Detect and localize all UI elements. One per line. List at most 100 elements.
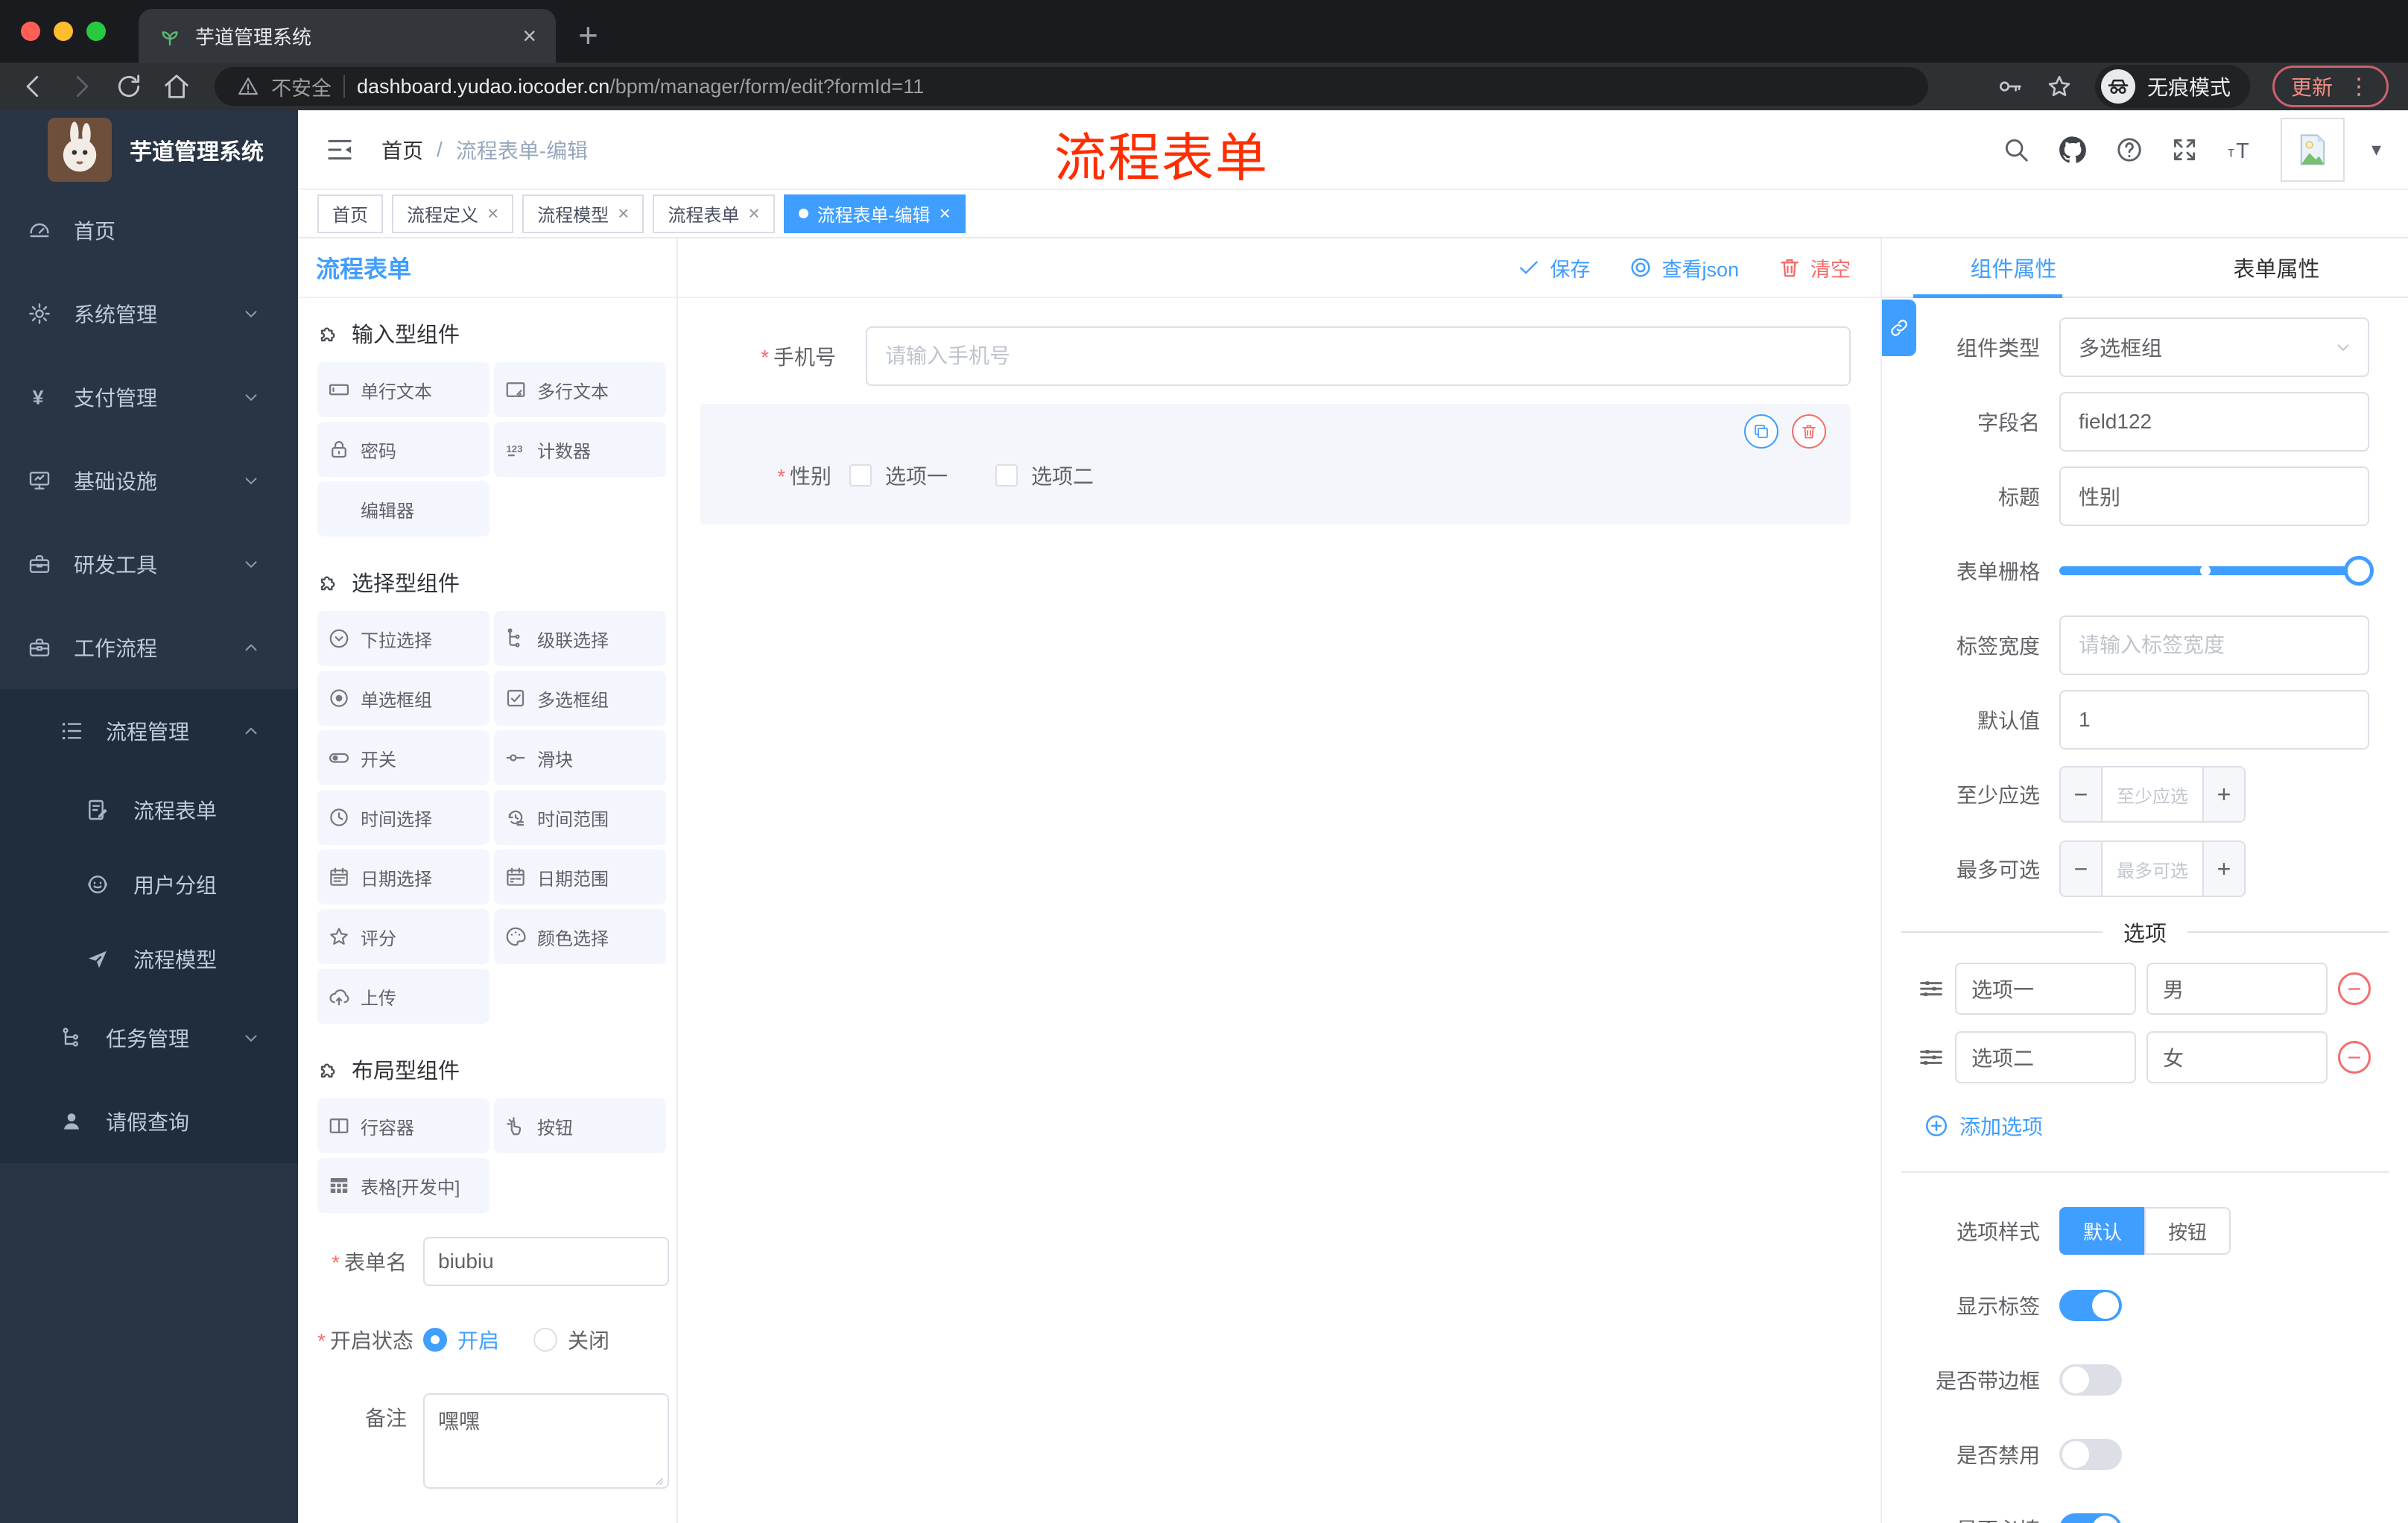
browser-tab[interactable]: 芋道管理系统 × bbox=[139, 9, 556, 63]
default-value-input[interactable] bbox=[2059, 690, 2369, 750]
component-item-switch[interactable]: 开关 bbox=[317, 730, 489, 785]
address-bar[interactable]: 不安全 dashboard.yudao.iocoder.cn/bpm/manag… bbox=[215, 67, 1928, 106]
component-type-select[interactable]: 多选框组 bbox=[2059, 317, 2369, 377]
tab-component-props[interactable]: 组件属性 bbox=[1882, 238, 2145, 297]
increment-button[interactable]: + bbox=[2202, 767, 2244, 821]
close-tab-button[interactable]: × bbox=[522, 22, 536, 50]
component-item-checkbox-group[interactable]: 多选框组 bbox=[494, 671, 666, 726]
option-2-value-input[interactable] bbox=[2146, 1031, 2328, 1083]
component-item-table[interactable]: 表格[开发中] bbox=[317, 1158, 489, 1213]
menu-fold-icon[interactable] bbox=[325, 135, 355, 165]
option-1-name-input[interactable] bbox=[1955, 963, 2136, 1015]
title-input[interactable] bbox=[2059, 466, 2369, 526]
avatar-caret-icon[interactable]: ▾ bbox=[2371, 138, 2381, 161]
key-icon[interactable] bbox=[1997, 73, 2024, 100]
component-item-password[interactable]: 密码 bbox=[317, 422, 489, 477]
component-item-select[interactable]: 下拉选择 bbox=[317, 611, 489, 666]
remove-option-button[interactable]: − bbox=[2338, 1041, 2371, 1074]
field-name-input[interactable] bbox=[2059, 392, 2369, 452]
component-item-upload[interactable]: 上传 bbox=[317, 969, 489, 1024]
star-icon[interactable] bbox=[2046, 73, 2073, 100]
close-icon[interactable]: × bbox=[940, 202, 951, 225]
component-item-cascader[interactable]: 级联选择 bbox=[494, 611, 666, 666]
fontsize-icon[interactable]: тT bbox=[2225, 136, 2254, 164]
sidebar-item-workflow[interactable]: 工作流程 bbox=[0, 606, 298, 689]
grid-slider[interactable] bbox=[2059, 556, 2374, 586]
close-icon[interactable]: × bbox=[748, 202, 759, 225]
close-window-button[interactable] bbox=[21, 22, 40, 41]
sidebar-item-infra[interactable]: 基础设施 bbox=[0, 439, 298, 522]
browser-menu-icon[interactable]: ⋮ bbox=[2348, 74, 2370, 100]
selected-component-gender[interactable]: * 性别 选项一 选项二 bbox=[700, 404, 1851, 525]
component-item-radio-group[interactable]: 单选框组 bbox=[317, 671, 489, 726]
show-label-toggle[interactable] bbox=[2059, 1290, 2122, 1321]
phone-field-row[interactable]: * 手机号 bbox=[708, 326, 1851, 386]
component-item-color[interactable]: 颜色选择 bbox=[494, 909, 666, 964]
resize-icon[interactable] bbox=[651, 1473, 665, 1486]
component-item-single-text[interactable]: 单行文本 bbox=[317, 362, 489, 417]
close-icon[interactable]: × bbox=[487, 202, 498, 225]
sidebar-item-task-mgmt[interactable]: 任务管理 bbox=[0, 996, 298, 1080]
reload-icon[interactable] bbox=[115, 72, 143, 101]
remove-option-button[interactable]: − bbox=[2338, 972, 2371, 1005]
fullscreen-icon[interactable] bbox=[2170, 136, 2199, 164]
question-icon[interactable] bbox=[2115, 136, 2144, 164]
add-option-button[interactable]: 添加选项 bbox=[1882, 1100, 2408, 1152]
sliders-icon[interactable] bbox=[1918, 1044, 1945, 1071]
tag-process-form[interactable]: 流程表单 × bbox=[653, 194, 775, 233]
component-item-time[interactable]: 时间选择 bbox=[317, 790, 489, 845]
sliders-icon[interactable] bbox=[1918, 975, 1945, 1002]
increment-button[interactable]: + bbox=[2202, 842, 2244, 896]
sidebar-item-process-mgmt[interactable]: 流程管理 bbox=[0, 689, 298, 773]
tag-home[interactable]: 首页 bbox=[317, 194, 383, 233]
avatar[interactable] bbox=[2280, 117, 2345, 182]
min-select-placeholder[interactable]: 至少应选 bbox=[2103, 767, 2202, 821]
form-name-input[interactable] bbox=[423, 1237, 669, 1286]
sidebar-item-leave-query[interactable]: 请假查询 bbox=[0, 1080, 298, 1163]
tag-process-definition[interactable]: 流程定义 × bbox=[392, 194, 514, 233]
sidebar-item-system[interactable]: 系统管理 bbox=[0, 272, 298, 355]
decrement-button[interactable]: − bbox=[2061, 842, 2103, 896]
style-default-button[interactable]: 默认 bbox=[2059, 1207, 2145, 1255]
tab-form-props[interactable]: 表单属性 bbox=[2145, 238, 2408, 297]
phone-input[interactable] bbox=[866, 326, 1851, 386]
zoom-window-button[interactable] bbox=[86, 22, 106, 41]
github-icon[interactable] bbox=[2057, 134, 2088, 165]
sidebar-item-payment[interactable]: ¥ 支付管理 bbox=[0, 355, 298, 439]
tag-process-form-edit[interactable]: 流程表单-编辑 × bbox=[783, 194, 966, 233]
max-select-placeholder[interactable]: 最多可选 bbox=[2103, 842, 2202, 896]
new-tab-button[interactable]: + bbox=[578, 15, 598, 55]
component-item-date[interactable]: 日期选择 bbox=[317, 849, 489, 905]
save-button[interactable]: 保存 bbox=[1517, 253, 1590, 282]
copy-component-button[interactable] bbox=[1744, 414, 1778, 449]
checkbox-option-1[interactable]: 选项一 bbox=[849, 460, 948, 490]
tag-process-model[interactable]: 流程模型 × bbox=[522, 194, 644, 233]
component-item-button[interactable]: 按钮 bbox=[494, 1098, 666, 1153]
form-remark-textarea[interactable]: 嘿嘿 bbox=[423, 1393, 669, 1489]
clear-button[interactable]: 清空 bbox=[1778, 253, 1851, 282]
link-chip[interactable] bbox=[1882, 300, 1916, 356]
component-item-time-range[interactable]: 时间范围 bbox=[494, 790, 666, 845]
disabled-toggle[interactable] bbox=[2059, 1439, 2122, 1470]
component-item-date-range[interactable]: 日期范围 bbox=[494, 849, 666, 905]
sidebar-item-devtools[interactable]: 研发工具 bbox=[0, 522, 298, 606]
close-icon[interactable]: × bbox=[618, 202, 629, 225]
component-item-editor[interactable]: 编辑器 bbox=[317, 481, 489, 536]
breadcrumb-home[interactable]: 首页 bbox=[381, 135, 423, 165]
forward-icon[interactable] bbox=[67, 72, 95, 101]
option-1-value-input[interactable] bbox=[2146, 963, 2328, 1015]
component-item-slider[interactable]: 滑块 bbox=[494, 730, 666, 785]
sidebar-item-user-group[interactable]: 用户分组 bbox=[0, 847, 298, 922]
sidebar-item-home[interactable]: 首页 bbox=[0, 189, 298, 272]
component-item-multi-text[interactable]: 多行文本 bbox=[494, 362, 666, 417]
style-button-button[interactable]: 按钮 bbox=[2144, 1207, 2231, 1255]
checkbox-icon[interactable] bbox=[995, 464, 1018, 487]
delete-component-button[interactable] bbox=[1792, 414, 1826, 449]
label-width-input[interactable] bbox=[2059, 615, 2369, 675]
radio-closed[interactable]: 关闭 bbox=[533, 1325, 609, 1355]
minimize-window-button[interactable] bbox=[54, 22, 73, 41]
required-toggle[interactable] bbox=[2059, 1513, 2122, 1523]
sidebar-item-process-form[interactable]: 流程表单 bbox=[0, 773, 298, 847]
border-toggle[interactable] bbox=[2059, 1364, 2122, 1396]
checkbox-icon[interactable] bbox=[849, 464, 872, 487]
